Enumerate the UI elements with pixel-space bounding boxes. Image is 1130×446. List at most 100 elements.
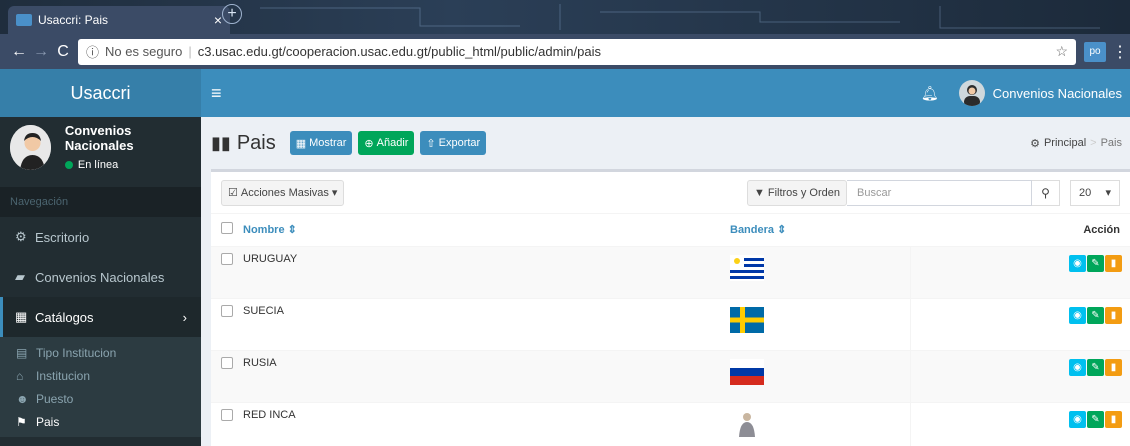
edit-button[interactable]: ✎	[1087, 358, 1104, 376]
uruguay-flag-image	[730, 254, 764, 281]
edit-button[interactable]: ✎	[1087, 410, 1104, 428]
institution-icon: ⌂	[16, 368, 24, 383]
view-button[interactable]: ◉	[1069, 254, 1086, 272]
sidebar-subitem-puesto[interactable]: ☻ Puesto	[0, 387, 201, 410]
caret-down-icon: ▾	[1105, 187, 1111, 199]
table-toolbar: ☑ Acciones Masivas ▾ ▼ Filtros y Orden B…	[211, 172, 1130, 214]
row-checkbox[interactable]	[221, 252, 233, 265]
plus-circle-icon: ⊕	[364, 137, 374, 150]
browser-menu-icon[interactable]: ⋮	[1112, 42, 1128, 62]
back-arrow-icon[interactable]: ←	[8, 43, 30, 61]
edit-button[interactable]: ✎	[1087, 254, 1104, 272]
delete-button[interactable]: ▮	[1105, 254, 1122, 272]
sidebar-subitem-tipo-institucion[interactable]: ▤ Tipo Institucion	[0, 341, 201, 364]
sweden-flag-image	[730, 306, 764, 333]
filter-icon: ▼	[753, 186, 765, 199]
select-all-checkbox[interactable]	[221, 222, 233, 235]
sidebar-item-escritorio[interactable]: ⚙ Escritorio	[0, 217, 201, 257]
top-navbar: ≡ 🔔︎ Convenios Nacionales	[201, 69, 1130, 117]
data-table: Nombre ⇕ Bandera ⇕ Acción URUGUAY ◉ ✎ ▮ …	[211, 214, 1130, 446]
per-page-select[interactable]: 20 ▾	[1070, 179, 1120, 206]
page-title-text: Pais	[236, 131, 276, 154]
bulk-actions-label: Acciones Masivas	[240, 186, 329, 199]
mostrar-button[interactable]: ▦ Mostrar	[289, 131, 353, 155]
online-dot-icon	[64, 161, 73, 169]
reload-icon[interactable]: C	[52, 43, 74, 61]
view-button[interactable]: ◉	[1069, 306, 1086, 324]
row-checkbox[interactable]	[221, 408, 233, 421]
sidebar-item-catalogos[interactable]: ▦ Catálogos ›	[0, 297, 201, 337]
search-input[interactable]: Buscar	[847, 179, 1032, 206]
close-tab-icon[interactable]: ×	[214, 12, 222, 28]
browser-tab-bar: Usaccri: Pais × +	[0, 0, 1130, 34]
mostrar-label: Mostrar	[309, 137, 347, 149]
dashboard-icon: ⚙	[15, 229, 27, 244]
sidebar-item-convenios[interactable]: ▰ Convenios Nacionales	[0, 257, 201, 297]
sidebar-item-label: Convenios Nacionales	[35, 269, 165, 285]
add-label: Añadir	[376, 137, 409, 149]
filters-label: Filtros y Orden	[767, 186, 840, 199]
delete-button[interactable]: ▮	[1105, 306, 1122, 324]
bell-icon[interactable]: 🔔︎	[921, 85, 939, 102]
bulk-actions-dropdown[interactable]: ☑ Acciones Masivas ▾	[221, 179, 345, 206]
sidebar: Convenios Nacionales En línea Navegación…	[0, 117, 201, 446]
export-button[interactable]: ⇧ Exportar	[420, 131, 487, 155]
user-panel: Convenios Nacionales En línea	[0, 117, 201, 177]
grid-icon: ▦	[15, 309, 28, 324]
status-badge: En línea	[64, 159, 191, 171]
search-icon[interactable]: ⚲	[1032, 179, 1060, 206]
hamburger-menu-icon[interactable]: ≡	[211, 83, 222, 104]
info-icon[interactable]: ⓘ	[86, 42, 99, 61]
sidebar-item-label: Escritorio	[35, 229, 90, 245]
new-tab-button[interactable]: +	[222, 4, 242, 24]
column-header-nombre[interactable]: Nombre ⇕	[243, 214, 730, 247]
delete-button[interactable]: ▮	[1105, 358, 1122, 376]
edit-button[interactable]: ✎	[1087, 306, 1104, 324]
content-header: ▮▮ Pais ▦ Mostrar ⊕ Añadir ⇧ Exportar ⚙ …	[201, 117, 1130, 169]
nav-header: Navegación	[0, 187, 201, 217]
add-button[interactable]: ⊕ Añadir	[358, 131, 415, 155]
sidebar-item-label: Puesto	[36, 391, 74, 406]
sidebar-item-label: Catálogos	[35, 309, 94, 325]
user-panel-name: Convenios Nacionales	[64, 123, 134, 153]
row-checkbox[interactable]	[221, 304, 233, 317]
view-button[interactable]: ◉	[1069, 358, 1086, 376]
security-label: No es seguro	[105, 44, 183, 59]
breadcrumb-home[interactable]: Principal	[1044, 137, 1086, 149]
catalogos-submenu: ▤ Tipo Institucion ⌂ Institucion ☻ Puest…	[0, 337, 201, 437]
column-header-bandera[interactable]: Bandera ⇕	[730, 214, 910, 247]
bookmark-star-icon[interactable]: ☆	[1055, 43, 1068, 60]
user-menu-name[interactable]: Convenios Nacionales	[993, 86, 1122, 101]
sidebar-item-label: Institucion	[36, 368, 91, 383]
table-row: RUSIA ◉ ✎ ▮	[211, 349, 1130, 402]
country-name: SUECIA	[243, 297, 730, 350]
extension-icon[interactable]: po	[1084, 41, 1106, 62]
sidebar-item-label: Pais	[36, 414, 60, 429]
breadcrumb-current: Pais	[1100, 137, 1122, 149]
view-button[interactable]: ◉	[1069, 410, 1086, 428]
table-row: RED INCA ◉ ✎ ▮	[211, 401, 1130, 446]
table-row: SUECIA ◉ ✎ ▮	[211, 297, 1130, 350]
sort-icon: ⇕	[777, 224, 787, 237]
url-input[interactable]: ⓘ No es seguro | c3.usac.edu.gt/cooperac…	[78, 38, 1076, 65]
breadcrumb: ⚙ Principal > Pais	[1030, 137, 1122, 150]
sidebar-subitem-institucion[interactable]: ⌂ Institucion	[0, 364, 201, 387]
status-text: En línea	[77, 159, 119, 171]
sidebar-subitem-pais[interactable]: ⚑ Pais	[0, 410, 201, 433]
table-row: URUGUAY ◉ ✎ ▮	[211, 245, 1130, 298]
checkbox-icon: ☑	[228, 187, 238, 199]
caret-down-icon: ▾	[331, 187, 338, 199]
forward-arrow-icon[interactable]: →	[30, 43, 52, 61]
filters-button[interactable]: ▼ Filtros y Orden	[746, 179, 847, 206]
delete-button[interactable]: ▮	[1105, 410, 1122, 428]
users-icon: ☻	[16, 391, 29, 406]
avatar[interactable]	[958, 80, 985, 106]
dashboard-icon: ⚙	[1030, 137, 1040, 150]
favicon-icon	[16, 14, 32, 26]
person-photo-image	[730, 410, 764, 437]
url-text: c3.usac.edu.gt/cooperacion.usac.edu.gt/p…	[197, 44, 601, 59]
browser-tab[interactable]: Usaccri: Pais ×	[8, 6, 230, 34]
row-checkbox[interactable]	[221, 356, 233, 369]
app-logo[interactable]: Usaccri	[0, 69, 201, 117]
user-avatar	[10, 124, 51, 170]
